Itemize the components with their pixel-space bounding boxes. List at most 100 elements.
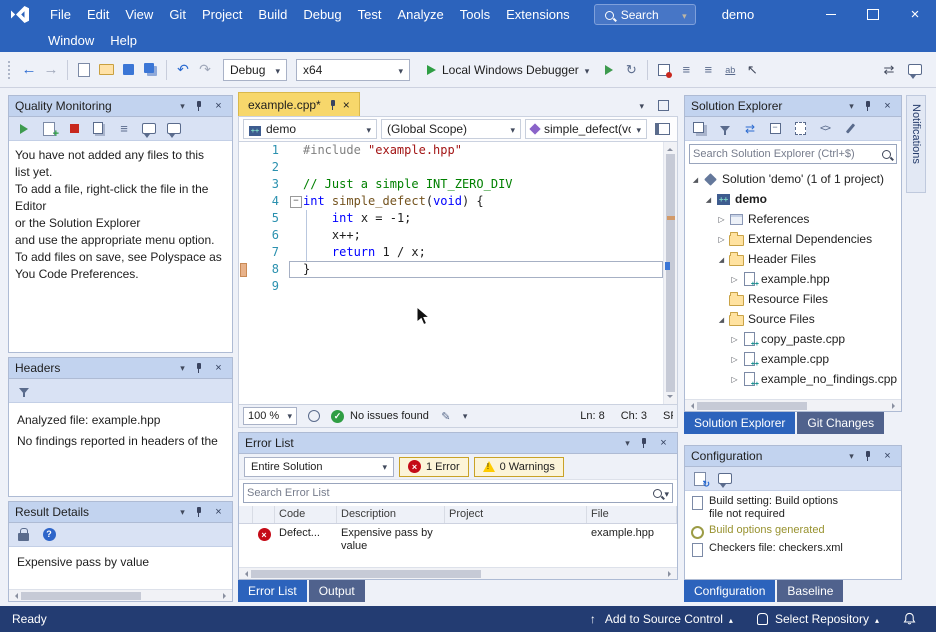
add-current-file-icon[interactable] (38, 118, 60, 140)
configuration-header[interactable]: Configuration (685, 446, 901, 467)
tree-item-example-cpp[interactable]: example.cpp (685, 349, 901, 369)
scope-navigator-select[interactable]: (Global Scope) (381, 119, 521, 139)
notifications-tab[interactable]: Notifications (906, 95, 926, 193)
filter-solution-icon[interactable] (714, 118, 736, 140)
tree-item-solution-demo-1-of-1-project[interactable]: Solution 'demo' (1 of 1 project) (685, 169, 901, 189)
live-share-icon[interactable] (878, 59, 900, 81)
close-icon[interactable] (656, 436, 671, 451)
menu-help[interactable]: Help (102, 31, 145, 50)
copy-file-list-icon[interactable] (88, 118, 110, 140)
add-to-source-control-button[interactable]: Add to Source Control (579, 612, 741, 626)
titlebar-search[interactable]: Search (594, 4, 696, 25)
tab-example-cpp[interactable]: example.cpp* (238, 92, 360, 116)
switch-views-icon[interactable] (689, 118, 711, 140)
menu-edit[interactable]: Edit (79, 5, 117, 24)
solution-explorer-search-input[interactable] (693, 148, 880, 160)
menu-debug[interactable]: Debug (295, 5, 349, 24)
word-wrap-icon[interactable] (719, 59, 741, 81)
solution-explorer-header[interactable]: Solution Explorer (685, 96, 901, 117)
code-cleanup-caret-icon[interactable] (463, 410, 468, 422)
pin-icon[interactable] (862, 99, 877, 114)
close-icon[interactable] (343, 98, 350, 112)
messages-icon[interactable] (714, 468, 736, 490)
navigate-backward-icon[interactable] (18, 59, 40, 81)
error-scope-select[interactable]: Entire Solution (244, 457, 394, 477)
pin-icon[interactable] (193, 99, 208, 114)
menu-build[interactable]: Build (250, 5, 295, 24)
start-icon[interactable] (598, 59, 620, 81)
tree-item-external-dependencies[interactable]: External Dependencies (685, 229, 901, 249)
close-icon[interactable] (880, 449, 895, 464)
menu-test[interactable]: Test (350, 5, 390, 24)
menu-project[interactable]: Project (194, 5, 250, 24)
save-all-icon[interactable] (139, 59, 161, 81)
save-icon[interactable] (117, 59, 139, 81)
document-options-icon[interactable] (652, 94, 674, 116)
tree-expander-icon[interactable] (728, 355, 741, 364)
pin-icon[interactable] (193, 361, 208, 376)
tree-expander-icon[interactable] (728, 375, 741, 384)
tree-item-resource-files[interactable]: Resource Files (685, 289, 901, 309)
tab-error-list[interactable]: Error List (238, 580, 307, 602)
column-header-project[interactable]: Project (445, 506, 587, 523)
select-repository-button[interactable]: Select Repository (749, 612, 887, 626)
tree-expander-icon[interactable] (728, 275, 741, 284)
pointer-mode-icon[interactable] (741, 59, 763, 81)
errors-filter-button[interactable]: 1 Error (399, 457, 469, 477)
clear-messages-icon[interactable] (138, 118, 160, 140)
code-line[interactable]: 7 return 1 / x; (239, 244, 663, 261)
tree-expander-icon[interactable] (715, 215, 728, 224)
menu-analyze[interactable]: Analyze (389, 5, 451, 24)
start-debugging-button[interactable]: Local Windows Debugger (419, 58, 597, 82)
new-file-icon[interactable] (73, 59, 95, 81)
menu-window[interactable]: Window (40, 31, 102, 50)
code-line[interactable]: 6 x++; (239, 227, 663, 244)
tree-item-example-hpp[interactable]: example.hpp (685, 269, 901, 289)
column-header-severity-spacer[interactable] (239, 506, 253, 523)
window-position-icon[interactable] (175, 99, 190, 114)
split-window-icon[interactable] (651, 118, 673, 140)
tree-item-header-files[interactable]: Header Files (685, 249, 901, 269)
column-header-code[interactable]: Code (275, 506, 337, 523)
solution-explorer-hscrollbar[interactable] (685, 399, 901, 411)
pin-icon[interactable] (327, 98, 337, 111)
code-line[interactable]: 8} (239, 261, 663, 278)
error-list-search-input[interactable] (247, 487, 651, 499)
menu-extensions[interactable]: Extensions (498, 5, 578, 24)
tree-item-demo[interactable]: demo (685, 189, 901, 209)
menu-view[interactable]: View (117, 5, 161, 24)
undo-icon[interactable] (172, 59, 194, 81)
code-line[interactable]: 1#include "example.hpp" (239, 142, 663, 159)
lock-icon[interactable] (13, 524, 35, 546)
show-all-files-icon[interactable] (789, 118, 811, 140)
breakpoints-window-icon[interactable] (653, 59, 675, 81)
fold-collapse-icon[interactable] (289, 193, 303, 210)
pin-icon[interactable] (862, 449, 877, 464)
open-file-icon[interactable] (95, 59, 117, 81)
zoom-selector[interactable]: 100 % (243, 407, 297, 425)
code-line[interactable]: 5 int x = -1; (239, 210, 663, 227)
send-feedback-icon[interactable] (904, 59, 926, 81)
tree-item-source-files[interactable]: Source Files (685, 309, 901, 329)
window-position-icon[interactable] (844, 99, 859, 114)
menu-file[interactable]: File (42, 5, 79, 24)
column-header-file[interactable]: File (587, 506, 677, 523)
preview-code-icon[interactable] (814, 118, 836, 140)
notifications-bell-button[interactable] (895, 612, 924, 626)
run-analysis-icon[interactable] (13, 118, 35, 140)
stop-analysis-icon[interactable] (63, 118, 85, 140)
search-icon[interactable] (651, 487, 664, 500)
error-row[interactable]: Defect...Expensive pass by valueexample.… (239, 524, 677, 556)
code-line[interactable]: 4int simple_defect(void) { (239, 193, 663, 210)
export-file-list-icon[interactable] (113, 118, 135, 140)
window-position-icon[interactable] (620, 436, 635, 451)
column-header-severity[interactable] (253, 506, 275, 523)
tab-list-dropdown-icon[interactable] (639, 98, 644, 112)
navigate-forward-icon[interactable] (40, 59, 62, 81)
tree-expander-icon[interactable] (715, 315, 728, 324)
editor-vertical-scrollbar[interactable] (663, 142, 677, 404)
close-icon[interactable] (880, 99, 895, 114)
search-icon[interactable] (880, 148, 893, 161)
maximize-button[interactable] (852, 0, 894, 29)
code-editor[interactable]: 1#include "example.hpp"23// Just a simpl… (238, 142, 678, 404)
